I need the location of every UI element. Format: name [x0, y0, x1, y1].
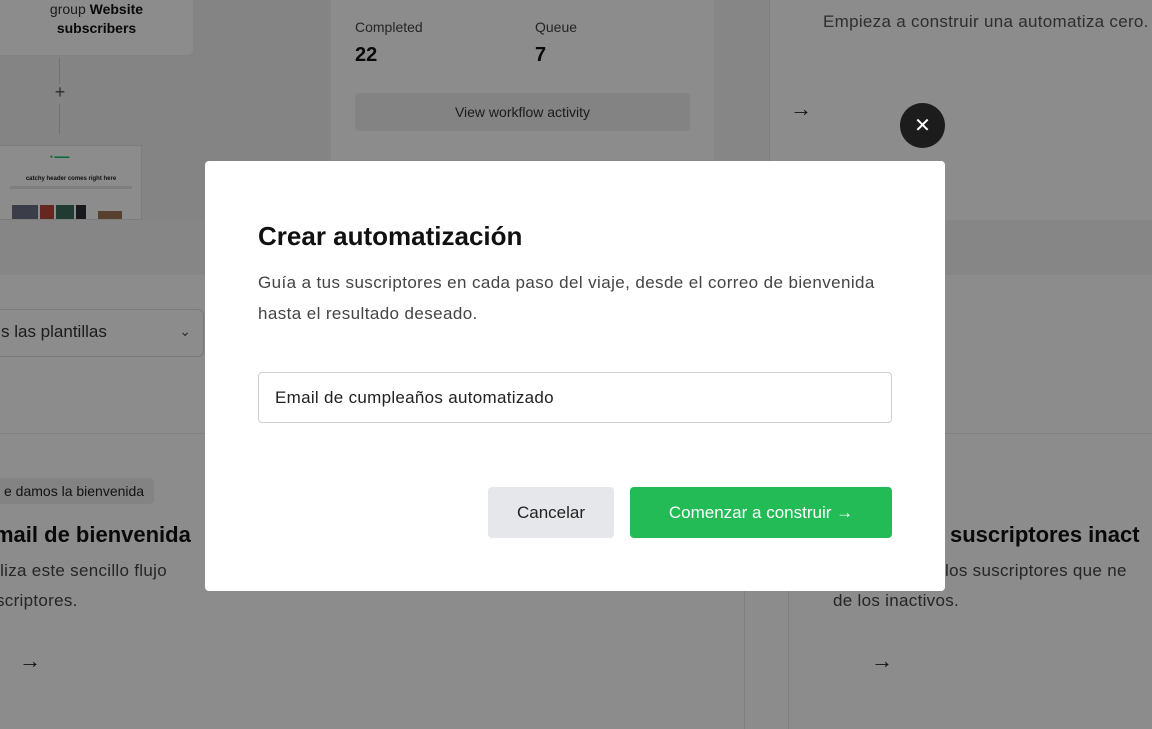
start-building-button[interactable]: Comenzar a construir → — [630, 487, 892, 538]
create-automation-modal: Crear automatización Guía a tus suscript… — [205, 161, 945, 591]
automation-name-input[interactable] — [258, 372, 892, 423]
modal-title: Crear automatización — [258, 221, 523, 251]
modal-description: Guía a tus suscriptores en cada paso del… — [258, 273, 875, 323]
close-icon[interactable]: ✕ — [900, 103, 945, 148]
cancel-button[interactable]: Cancelar — [488, 487, 614, 538]
